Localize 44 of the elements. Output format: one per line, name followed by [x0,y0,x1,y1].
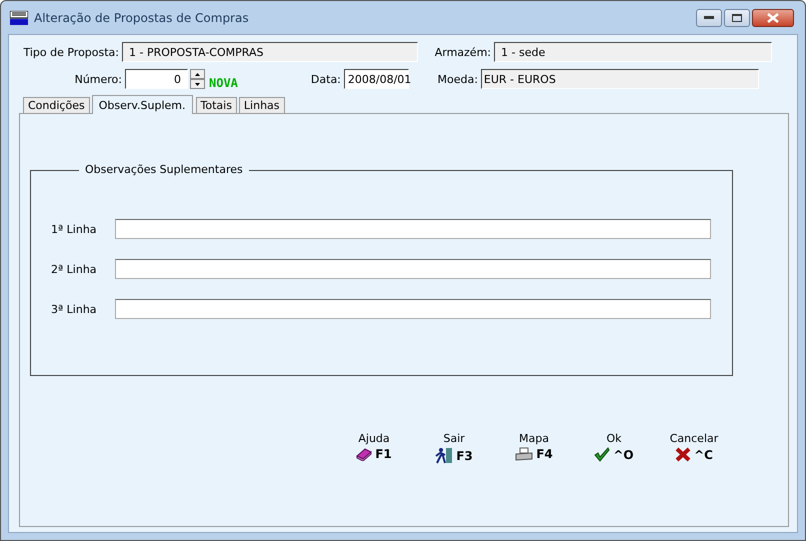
input-field[interactable] [115,259,711,279]
checkmark-icon [594,447,610,462]
tab[interactable]: Condições [23,97,90,113]
printer-icon [515,447,534,461]
tab[interactable]: Linhas [238,97,285,113]
field-label: 2ª Linha [51,262,98,276]
input-field[interactable] [115,219,711,239]
toolbar-button[interactable]: Ok ^O [574,432,654,464]
close-button[interactable] [752,8,794,26]
spin-up-button[interactable] [190,69,205,79]
field-label: Moeda: [436,72,479,86]
minimize-button[interactable] [696,8,722,26]
group-title: Observações Suplementares [79,163,249,176]
toolbar-button[interactable]: Sair F3 [414,432,494,464]
text-field[interactable]: 1 - sede [494,42,772,62]
spin-down-button[interactable] [190,79,205,89]
field-label: Número: [74,72,123,86]
toolbar-button[interactable]: Cancelar ^C [654,432,734,464]
up-arrow-icon [195,72,200,76]
text-field[interactable]: EUR - EUROS [480,69,759,89]
book-icon [356,447,372,461]
app-icon [10,10,28,24]
field-label: 1ª Linha [51,222,98,236]
field-label: Tipo de Proposta: [22,46,120,58]
input-field[interactable] [115,299,711,319]
field-label: Data: [310,72,342,86]
toolbar-button[interactable]: Ajuda F1 [334,432,414,464]
close-icon [767,12,779,22]
running-person-icon [435,447,454,464]
cross-icon [675,447,692,462]
number-field[interactable]: 0 [125,69,188,89]
window-title: Alteração de Propostas de Compras [34,10,250,24]
maximize-button[interactable] [724,8,750,26]
text-field[interactable]: 1 - PROPOSTA-COMPRAS [122,42,418,62]
toolbar-button[interactable]: Mapa F4 [494,432,574,464]
field-label: 3ª Linha [51,302,98,316]
field-label: Armazém: [434,46,492,58]
tab[interactable]: Observ.Suplem. [92,95,192,114]
tab[interactable]: Totais [196,97,237,113]
maximize-icon [732,14,742,22]
down-arrow-icon [195,82,200,86]
minimize-icon [704,16,714,20]
date-field[interactable]: 2008/08/01 [344,69,409,89]
status-text: NOVA [209,76,238,90]
